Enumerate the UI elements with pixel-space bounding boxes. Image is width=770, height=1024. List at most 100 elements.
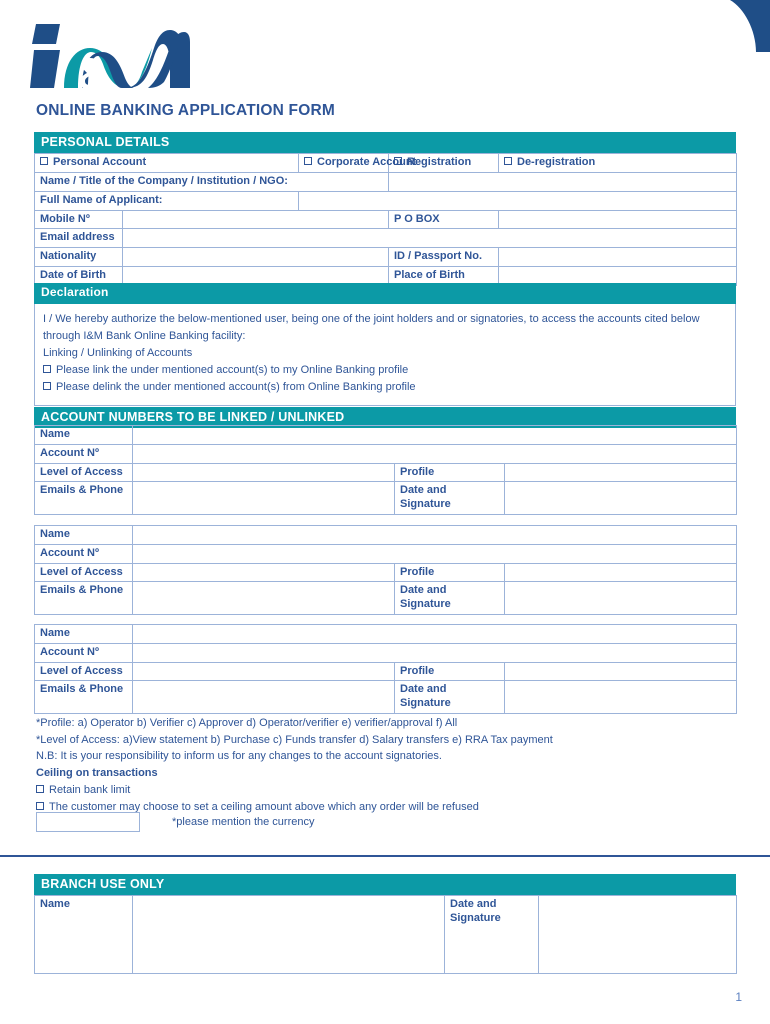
checkbox-corporate-account[interactable]: Corporate Account	[298, 153, 416, 174]
table-row: Account Nº	[34, 543, 738, 564]
mobile-input[interactable]	[122, 209, 389, 230]
level-of-access-input[interactable]	[132, 661, 395, 682]
date-signature-label: Date and Signature	[394, 680, 505, 714]
pobox-label: P O BOX	[388, 209, 499, 230]
table-row: Account Nº	[34, 443, 738, 464]
checkbox-square-icon	[36, 801, 44, 810]
branch-use-table: Name Date and Signature	[34, 895, 737, 975]
checkbox-square-icon	[504, 157, 512, 166]
account-no-label: Account Nº	[34, 543, 133, 564]
table-row: Level of Access Profile	[34, 462, 738, 483]
declaration-paragraph: I / We hereby authorize the below-mentio…	[43, 312, 700, 342]
level-of-access-input[interactable]	[132, 562, 395, 583]
section-divider	[0, 855, 770, 857]
profile-label: Profile	[394, 462, 505, 483]
checkbox-personal-account[interactable]: Personal Account	[34, 153, 299, 174]
nationality-label: Nationality	[34, 247, 123, 267]
date-signature-label: Date and Signature	[394, 481, 505, 515]
account-name-input[interactable]	[131, 425, 738, 445]
date-signature-input[interactable]	[503, 481, 738, 515]
account-name-label: Name	[34, 525, 133, 545]
currency-note: *please mention the currency	[172, 816, 315, 828]
email-input[interactable]	[122, 228, 737, 249]
account-name-input[interactable]	[131, 624, 738, 644]
account-table-2: Name Account Nº Level of Access Profile …	[34, 525, 738, 615]
personal-details-band: PERSONAL DETAILS	[34, 132, 736, 154]
account-block-3: Name Account Nº Level of Access Profile …	[34, 624, 738, 714]
personal-details-table: Personal Account Corporate Account Regis…	[34, 153, 737, 286]
account-table-3: Name Account Nº Level of Access Profile …	[34, 624, 738, 714]
branch-name-label: Name	[34, 895, 133, 975]
profile-input[interactable]	[503, 661, 738, 682]
table-row: Emails & Phone Date and Signature	[34, 680, 738, 714]
account-name-label: Name	[34, 425, 133, 445]
level-of-access-label: Level of Access	[34, 562, 133, 583]
checkbox-square-icon	[304, 157, 312, 166]
level-of-access-input[interactable]	[132, 462, 395, 483]
account-name-label: Name	[34, 624, 133, 644]
emails-phone-label: Emails & Phone	[34, 581, 133, 615]
table-row: Emails & Phone Date and Signature	[34, 481, 738, 515]
date-signature-input[interactable]	[503, 581, 738, 615]
table-row: Account Nº	[34, 642, 738, 663]
checkbox-retain-bank-limit[interactable]: Retain bank limit	[36, 782, 742, 799]
declaration-section: Declaration I / We hereby authorize the …	[34, 283, 736, 407]
date-signature-input[interactable]	[503, 680, 738, 714]
checkbox-de-registration[interactable]: De-registration	[498, 153, 737, 174]
profile-label: Profile	[394, 562, 505, 583]
profile-label: Profile	[394, 661, 505, 682]
mobile-pobox-row: Mobile Nº P O BOX	[34, 209, 737, 230]
personal-details-section: PERSONAL DETAILS Personal Account Corpor…	[34, 132, 737, 286]
account-no-input[interactable]	[131, 543, 738, 564]
emails-phone-input[interactable]	[132, 581, 395, 615]
table-row: Name Date and Signature	[34, 895, 737, 975]
branch-use-section: BRANCH USE ONLY Name Date and Signature	[34, 874, 737, 975]
branch-date-signature-input[interactable]	[538, 895, 737, 975]
profile-legend: *Profile: a) Operator b) Verifier c) App…	[36, 717, 458, 729]
branch-name-input[interactable]	[132, 895, 445, 975]
checkbox-link-accounts[interactable]: Please link the under mentioned account(…	[43, 362, 727, 379]
emails-phone-label: Emails & Phone	[34, 680, 133, 714]
checkbox-square-icon	[394, 157, 402, 166]
im-bank-logo	[30, 22, 190, 92]
nationality-input[interactable]	[122, 247, 389, 267]
branch-date-signature-label: Date and Signature	[444, 895, 539, 975]
currency-input[interactable]	[36, 812, 140, 832]
access-legend: *Level of Access: a)View statement b) Pu…	[36, 733, 553, 746]
email-label: Email address	[34, 228, 123, 249]
currency-row: *please mention the currency	[36, 812, 314, 832]
pobox-input[interactable]	[498, 209, 737, 230]
nationality-row: Nationality ID / Passport No.	[34, 247, 737, 267]
checkbox-delink-accounts[interactable]: Please delink the under mentioned accoun…	[43, 379, 727, 396]
account-no-label: Account Nº	[34, 642, 133, 663]
table-row: Level of Access Profile	[34, 661, 738, 682]
emails-phone-input[interactable]	[132, 680, 395, 714]
declaration-band: Declaration	[34, 283, 736, 304]
company-name-input[interactable]	[388, 172, 737, 192]
company-name-label: Name / Title of the Company / Institutio…	[34, 172, 389, 192]
mobile-label: Mobile Nº	[34, 209, 123, 230]
checkbox-square-icon	[40, 157, 48, 166]
declaration-body: I / We hereby authorize the below-mentio…	[34, 303, 736, 407]
checkbox-registration[interactable]: Registration	[388, 153, 499, 174]
table-row: Level of Access Profile	[34, 562, 738, 583]
profile-input[interactable]	[503, 462, 738, 483]
applicant-name-input[interactable]	[298, 190, 737, 211]
level-of-access-label: Level of Access	[34, 661, 133, 682]
account-no-input[interactable]	[131, 642, 738, 663]
profile-input[interactable]	[503, 562, 738, 583]
emails-phone-input[interactable]	[132, 481, 395, 515]
account-block-1: Name Account Nº Level of Access Profile …	[34, 425, 738, 515]
account-no-input[interactable]	[131, 443, 738, 464]
checkbox-square-icon	[36, 784, 44, 793]
account-name-input[interactable]	[131, 525, 738, 545]
checkbox-square-icon	[43, 364, 51, 373]
id-passport-input[interactable]	[498, 247, 737, 267]
table-row: Name	[34, 624, 738, 644]
nb-note: N.B: It is your responsibility to inform…	[36, 750, 442, 763]
page-title: ONLINE BANKING APPLICATION FORM	[36, 102, 335, 119]
table-row: Name	[34, 425, 738, 445]
date-signature-label: Date and Signature	[394, 581, 505, 615]
ceiling-heading: Ceiling on transactions	[36, 767, 158, 780]
applicant-name-row: Full Name of Applicant:	[34, 190, 737, 211]
